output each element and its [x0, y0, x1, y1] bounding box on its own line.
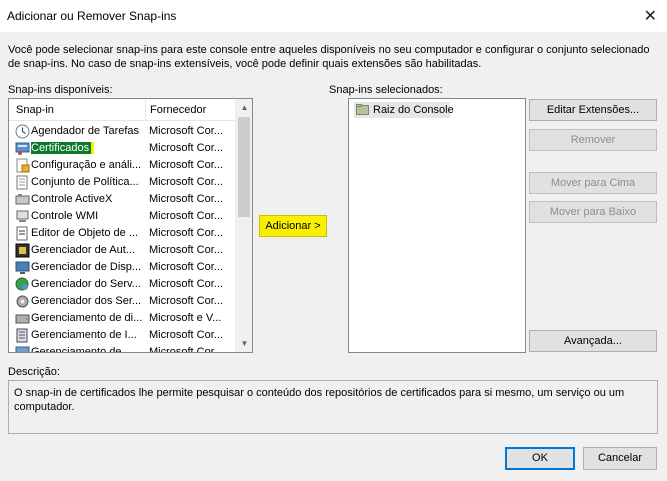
- snapin-name: Gerenciamento de ...: [31, 346, 134, 353]
- snapin-name: Gerenciador de Aut...: [31, 244, 135, 256]
- snapin-name: Gerenciador de Disp...: [31, 261, 142, 273]
- snapin-list-item[interactable]: Conjunto de Política... Microsoft Cor...: [9, 174, 235, 191]
- snapin-name: Gerenciamento de di...: [31, 312, 143, 324]
- scroll-down-icon[interactable]: ▼: [236, 335, 252, 352]
- snapin-list-item[interactable]: Gerenciamento de di... Microsoft e V...: [9, 310, 235, 327]
- disk-management-icon: [15, 311, 30, 326]
- available-snapins-label: Snap-ins disponíveis:: [8, 84, 113, 96]
- print-management-icon: [15, 328, 30, 343]
- snapin-vendor: Microsoft Cor...: [149, 210, 223, 222]
- snapin-list-item[interactable]: Gerenciamento de ... Microsoft Cor...: [9, 344, 235, 353]
- snapin-vendor: Microsoft Cor...: [149, 346, 223, 353]
- description-text: O snap-in de certificados lhe permite pe…: [14, 387, 625, 413]
- snapin-list-item[interactable]: Controle ActiveX Microsoft Cor...: [9, 191, 235, 208]
- snapin-name: Editor de Objeto de ...: [31, 227, 139, 239]
- scrollbar-thumb[interactable]: [238, 117, 250, 217]
- snapin-list-item[interactable]: Editor de Objeto de ... Microsoft Cor...: [9, 225, 235, 242]
- snapin-vendor: Microsoft Cor...: [149, 142, 223, 154]
- window-title: Adicionar ou Remover Snap-ins: [7, 9, 177, 23]
- snapin-rows: Agendador de Tarefas Microsoft Cor... Cert…: [9, 123, 235, 353]
- snapin-list-item[interactable]: Agendador de Tarefas Microsoft Cor...: [9, 123, 235, 140]
- add-button[interactable]: Adicionar >: [259, 215, 327, 237]
- selected-snapins-label: Snap-ins selecionados:: [329, 84, 443, 96]
- wmi-icon: [15, 209, 30, 224]
- snapin-list-item[interactable]: Gerenciador de Aut... Microsoft Cor...: [9, 242, 235, 259]
- snapin-vendor: Microsoft Cor...: [149, 125, 223, 137]
- snapin-vendor: Microsoft Cor...: [149, 227, 223, 239]
- snapin-vendor: Microsoft Cor...: [149, 261, 223, 273]
- snapin-name: Agendador de Tarefas: [31, 125, 140, 137]
- activex-icon: [15, 192, 30, 207]
- snapin-name: Gerenciador do Serv...: [31, 278, 141, 290]
- snapin-vendor: Microsoft Cor...: [149, 159, 223, 171]
- advanced-button[interactable]: Avançada...: [529, 330, 657, 352]
- snapin-name: Gerenciamento de I...: [31, 329, 137, 341]
- services-icon: [15, 294, 30, 309]
- remove-button[interactable]: Remover: [529, 129, 657, 151]
- folder-icon: [356, 104, 369, 115]
- snapin-list-item[interactable]: Certificados Microsoft Cor...: [9, 140, 235, 157]
- snapin-vendor: Microsoft Cor...: [149, 329, 223, 341]
- list-scrollbar[interactable]: ▲ ▼: [235, 99, 252, 352]
- device-manager-icon: [15, 260, 30, 275]
- snapin-vendor: Microsoft Cor...: [149, 244, 223, 256]
- gpo-editor-icon: [15, 226, 30, 241]
- snapin-name: Controle ActiveX: [31, 193, 113, 205]
- snapin-name: Controle WMI: [31, 210, 99, 222]
- scroll-up-icon[interactable]: ▲: [236, 99, 252, 116]
- computer-management-icon: [15, 345, 30, 352]
- policy-icon: [15, 175, 30, 190]
- intro-text: Você pode selecionar snap-ins para este …: [8, 44, 650, 70]
- certificate-icon: [15, 141, 30, 156]
- selected-snapins-list[interactable]: Raiz do Console: [348, 98, 526, 353]
- snapin-list-item[interactable]: Controle WMI Microsoft Cor...: [9, 208, 235, 225]
- move-down-button[interactable]: Mover para Baixo: [529, 201, 657, 223]
- snapin-name: Configuração e análi...: [31, 159, 142, 171]
- snapin-vendor: Microsoft Cor...: [149, 176, 223, 188]
- cancel-button[interactable]: Cancelar: [583, 447, 657, 470]
- selected-item-label: Raiz do Console: [373, 104, 454, 116]
- snapin-vendor: Microsoft Cor...: [149, 295, 223, 307]
- snapin-vendor: Microsoft Cor...: [149, 278, 223, 290]
- available-snapins-list[interactable]: Snap-in Fornecedor Agendador de Tarefas M…: [8, 98, 253, 353]
- snapin-name: Conjunto de Política...: [31, 176, 139, 188]
- column-divider[interactable]: [145, 99, 146, 121]
- snapin-vendor: Microsoft e V...: [149, 312, 222, 324]
- list-item[interactable]: Raiz do Console: [354, 102, 454, 118]
- close-icon[interactable]: ✕: [644, 6, 657, 26]
- move-up-button[interactable]: Mover para Cima: [529, 172, 657, 194]
- clock-icon: [15, 124, 30, 139]
- snapin-vendor: Microsoft Cor...: [149, 193, 223, 205]
- title-bar: Adicionar ou Remover Snap-ins ✕: [0, 0, 667, 32]
- authorization-icon: [15, 243, 30, 258]
- list-header: Snap-in Fornecedor: [9, 99, 235, 121]
- description-box: O snap-in de certificados lhe permite pe…: [8, 380, 658, 434]
- server-manager-icon: [15, 277, 30, 292]
- snapin-name: Gerenciador dos Ser...: [31, 295, 142, 307]
- security-config-icon: [15, 158, 30, 173]
- snapin-list-item[interactable]: Gerenciamento de I... Microsoft Cor...: [9, 327, 235, 344]
- edit-extensions-button[interactable]: Editar Extensões...: [529, 99, 657, 121]
- snapin-list-item[interactable]: Configuração e análi... Microsoft Cor...: [9, 157, 235, 174]
- snapin-list-item[interactable]: Gerenciador do Serv... Microsoft Cor...: [9, 276, 235, 293]
- snapin-list-item[interactable]: Gerenciador de Disp... Microsoft Cor...: [9, 259, 235, 276]
- snapin-name: Certificados: [31, 142, 92, 154]
- ok-button[interactable]: OK: [505, 447, 575, 470]
- column-header-vendor[interactable]: Fornecedor: [150, 104, 206, 116]
- snapin-list-item[interactable]: Gerenciador dos Ser... Microsoft Cor...: [9, 293, 235, 310]
- column-header-snapin[interactable]: Snap-in: [16, 104, 54, 116]
- description-label: Descrição:: [8, 366, 60, 378]
